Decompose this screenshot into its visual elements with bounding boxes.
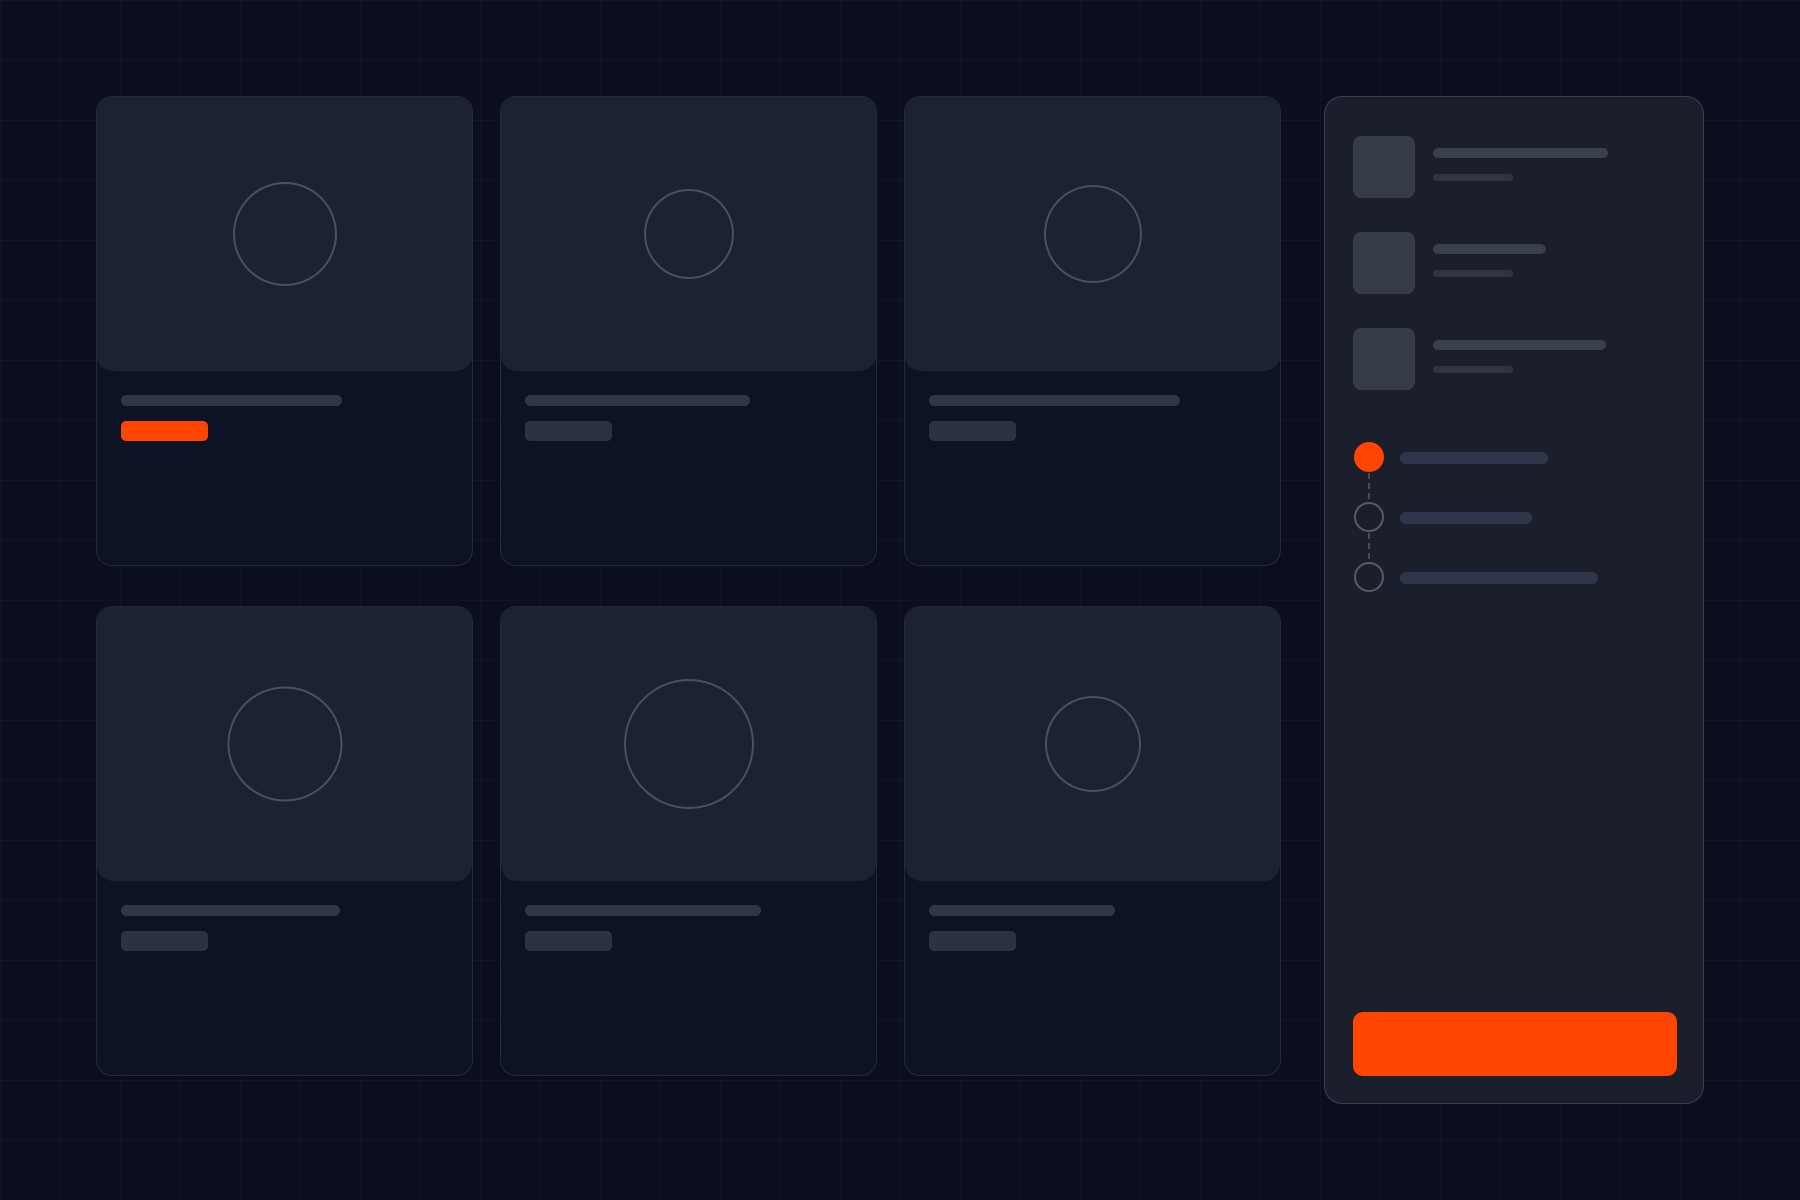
card-image <box>905 607 1280 881</box>
app-root <box>0 0 1800 1200</box>
step-empty-dot-icon <box>1354 562 1384 592</box>
thumbnail-placeholder-icon <box>1353 232 1415 294</box>
card-image <box>97 607 472 881</box>
product-card[interactable] <box>96 606 473 1076</box>
product-card[interactable] <box>904 96 1281 566</box>
step-item-active[interactable] <box>1354 442 1674 472</box>
card-image <box>905 97 1280 371</box>
image-placeholder-icon <box>643 189 734 279</box>
thumbnail-placeholder-icon <box>1353 136 1415 198</box>
product-card[interactable] <box>500 606 877 1076</box>
card-tag[interactable] <box>525 931 612 951</box>
product-card[interactable] <box>500 96 877 566</box>
primary-action-button[interactable] <box>1353 1012 1677 1076</box>
item-title-placeholder <box>1433 244 1546 254</box>
step-active-dot-icon <box>1354 442 1384 472</box>
image-placeholder-icon <box>623 679 754 809</box>
card-tag[interactable] <box>525 421 612 441</box>
card-title-placeholder <box>121 395 342 406</box>
image-placeholder-icon <box>1044 696 1141 792</box>
panel-list-item[interactable] <box>1353 232 1673 294</box>
side-panel <box>1324 96 1704 1104</box>
item-meta-placeholder <box>1433 270 1513 277</box>
image-placeholder-icon <box>227 686 342 802</box>
item-meta-placeholder <box>1433 366 1513 373</box>
card-image <box>501 607 876 881</box>
step-label-placeholder <box>1400 572 1598 584</box>
step-empty-dot-icon <box>1354 502 1384 532</box>
image-placeholder-icon <box>232 182 337 286</box>
card-tag-accent[interactable] <box>121 421 208 441</box>
step-item[interactable] <box>1354 562 1674 592</box>
card-title-placeholder <box>525 395 750 406</box>
card-title-placeholder <box>929 395 1180 406</box>
card-image <box>501 97 876 371</box>
step-connector <box>1368 473 1370 499</box>
step-label-placeholder <box>1400 452 1548 464</box>
item-meta-placeholder <box>1433 174 1513 181</box>
panel-list-item[interactable] <box>1353 136 1673 198</box>
thumbnail-placeholder-icon <box>1353 328 1415 390</box>
card-title-placeholder <box>525 905 761 916</box>
card-image <box>97 97 472 371</box>
image-placeholder-icon <box>1043 185 1142 283</box>
card-tag[interactable] <box>929 931 1016 951</box>
progress-steps <box>1354 442 1674 592</box>
step-connector <box>1368 533 1370 559</box>
product-grid <box>96 96 1281 1076</box>
card-title-placeholder <box>929 905 1115 916</box>
panel-list-item[interactable] <box>1353 328 1673 390</box>
card-tag[interactable] <box>121 931 208 951</box>
step-item[interactable] <box>1354 502 1674 532</box>
step-label-placeholder <box>1400 512 1532 524</box>
card-title-placeholder <box>121 905 340 916</box>
product-card[interactable] <box>904 606 1281 1076</box>
item-title-placeholder <box>1433 148 1608 158</box>
item-title-placeholder <box>1433 340 1606 350</box>
product-card[interactable] <box>96 96 473 566</box>
card-tag[interactable] <box>929 421 1016 441</box>
